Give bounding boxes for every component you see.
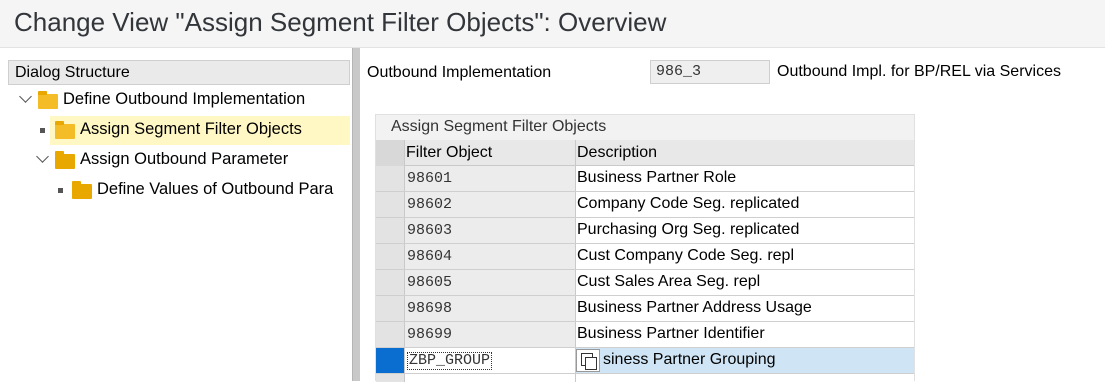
column-header-description[interactable]: Description [577, 144, 657, 162]
filter-object-cell[interactable]: ZBP_GROUP [405, 348, 576, 373]
dialog-structure-pane: Dialog Structure Define Outbound Impleme… [0, 48, 352, 381]
copy-icon[interactable] [576, 349, 600, 372]
filter-object-cell: 98604 [405, 244, 576, 269]
filter-object-cell: 98602 [405, 192, 576, 217]
table-row[interactable]: 98604 Cust Company Code Seg. repl [376, 244, 914, 270]
table-row[interactable]: 98699 Business Partner Identifier [376, 322, 914, 348]
row-selector[interactable] [376, 322, 405, 347]
folder-icon [38, 91, 58, 109]
tree-item-assign-outbound-parameter[interactable]: Assign Outbound Parameter [0, 146, 350, 174]
row-selector[interactable] [376, 270, 405, 295]
tree-item-label: Define Values of Outbound Para [97, 180, 334, 198]
outbound-implementation-description: Outbound Impl. for BP/REL via Services [777, 63, 1061, 80]
dialog-structure-header: Dialog Structure [8, 60, 350, 85]
tree-item-define-outbound-implementation[interactable]: Define Outbound Implementation [0, 86, 350, 114]
outbound-implementation-label: Outbound Implementation [367, 64, 552, 81]
description-cell: Business Partner Identifier [576, 322, 914, 347]
chevron-down-icon[interactable] [19, 90, 32, 103]
row-selector[interactable] [376, 192, 405, 217]
filter-object-cell: 98699 [405, 322, 576, 347]
pane-splitter[interactable] [352, 48, 360, 381]
table-row[interactable]: 98602 Company Code Seg. replicated [376, 192, 914, 218]
tree-item-define-values-outbound-parameter[interactable]: Define Values of Outbound Para [0, 176, 350, 204]
open-folder-icon [55, 121, 75, 139]
outbound-implementation-field: 986_3 [650, 60, 770, 84]
focused-cell-text: ZBP_GROUP [407, 352, 493, 370]
filter-object-cell: 98601 [405, 166, 576, 191]
tree-item-assign-segment-filter-objects[interactable]: Assign Segment Filter Objects [0, 116, 350, 144]
page-title: Change View "Assign Segment Filter Objec… [14, 7, 667, 37]
row-selector[interactable] [376, 166, 405, 191]
table-row-selected[interactable]: ZBP_GROUP siness Partner Grouping [376, 348, 914, 374]
table-header: Filter Object Description [376, 140, 914, 166]
filter-object-cell: 98698 [405, 296, 576, 321]
description-cell: Cust Sales Area Seg. repl [576, 270, 914, 295]
chevron-down-icon[interactable] [36, 150, 49, 163]
table-row[interactable]: 98601 Business Partner Role [376, 166, 914, 192]
folder-icon [72, 181, 92, 199]
table-title: Assign Segment Filter Objects [391, 118, 607, 135]
bullet-icon [40, 128, 45, 133]
main-content: Outbound Implementation 986_3 Outbound I… [360, 48, 1105, 382]
filter-object-cell: 98603 [405, 218, 576, 243]
tree-item-label: Assign Outbound Parameter [80, 150, 289, 168]
select-all-button[interactable] [376, 140, 405, 166]
row-selector[interactable] [376, 244, 405, 269]
tree-item-label: Define Outbound Implementation [63, 90, 306, 108]
description-cell: Purchasing Org Seg. replicated [576, 218, 914, 243]
table-row[interactable]: 98603 Purchasing Org Seg. replicated [376, 218, 914, 244]
description-cell: Business Partner Role [576, 166, 914, 191]
filter-object-cell: 98605 [405, 270, 576, 295]
filter-objects-table-panel: Assign Segment Filter Objects Filter Obj… [375, 114, 915, 382]
table-row[interactable]: 98698 Business Partner Address Usage [376, 296, 914, 322]
column-divider [575, 140, 576, 166]
row-selector[interactable] [376, 218, 405, 243]
folder-icon [55, 151, 75, 169]
table-row[interactable]: 98605 Cust Sales Area Seg. repl [376, 270, 914, 296]
title-bar: Change View "Assign Segment Filter Objec… [0, 0, 1105, 48]
tree-item-label: Assign Segment Filter Objects [80, 120, 302, 138]
description-cell: Company Code Seg. replicated [576, 192, 914, 217]
row-selector[interactable] [376, 348, 405, 373]
description-cell: siness Partner Grouping [576, 348, 914, 373]
column-header-filter-object[interactable]: Filter Object [406, 144, 492, 162]
description-cell: Business Partner Address Usage [576, 296, 914, 321]
bullet-icon [58, 188, 63, 193]
description-cell: Cust Company Code Seg. repl [576, 244, 914, 269]
row-selector[interactable] [376, 296, 405, 321]
